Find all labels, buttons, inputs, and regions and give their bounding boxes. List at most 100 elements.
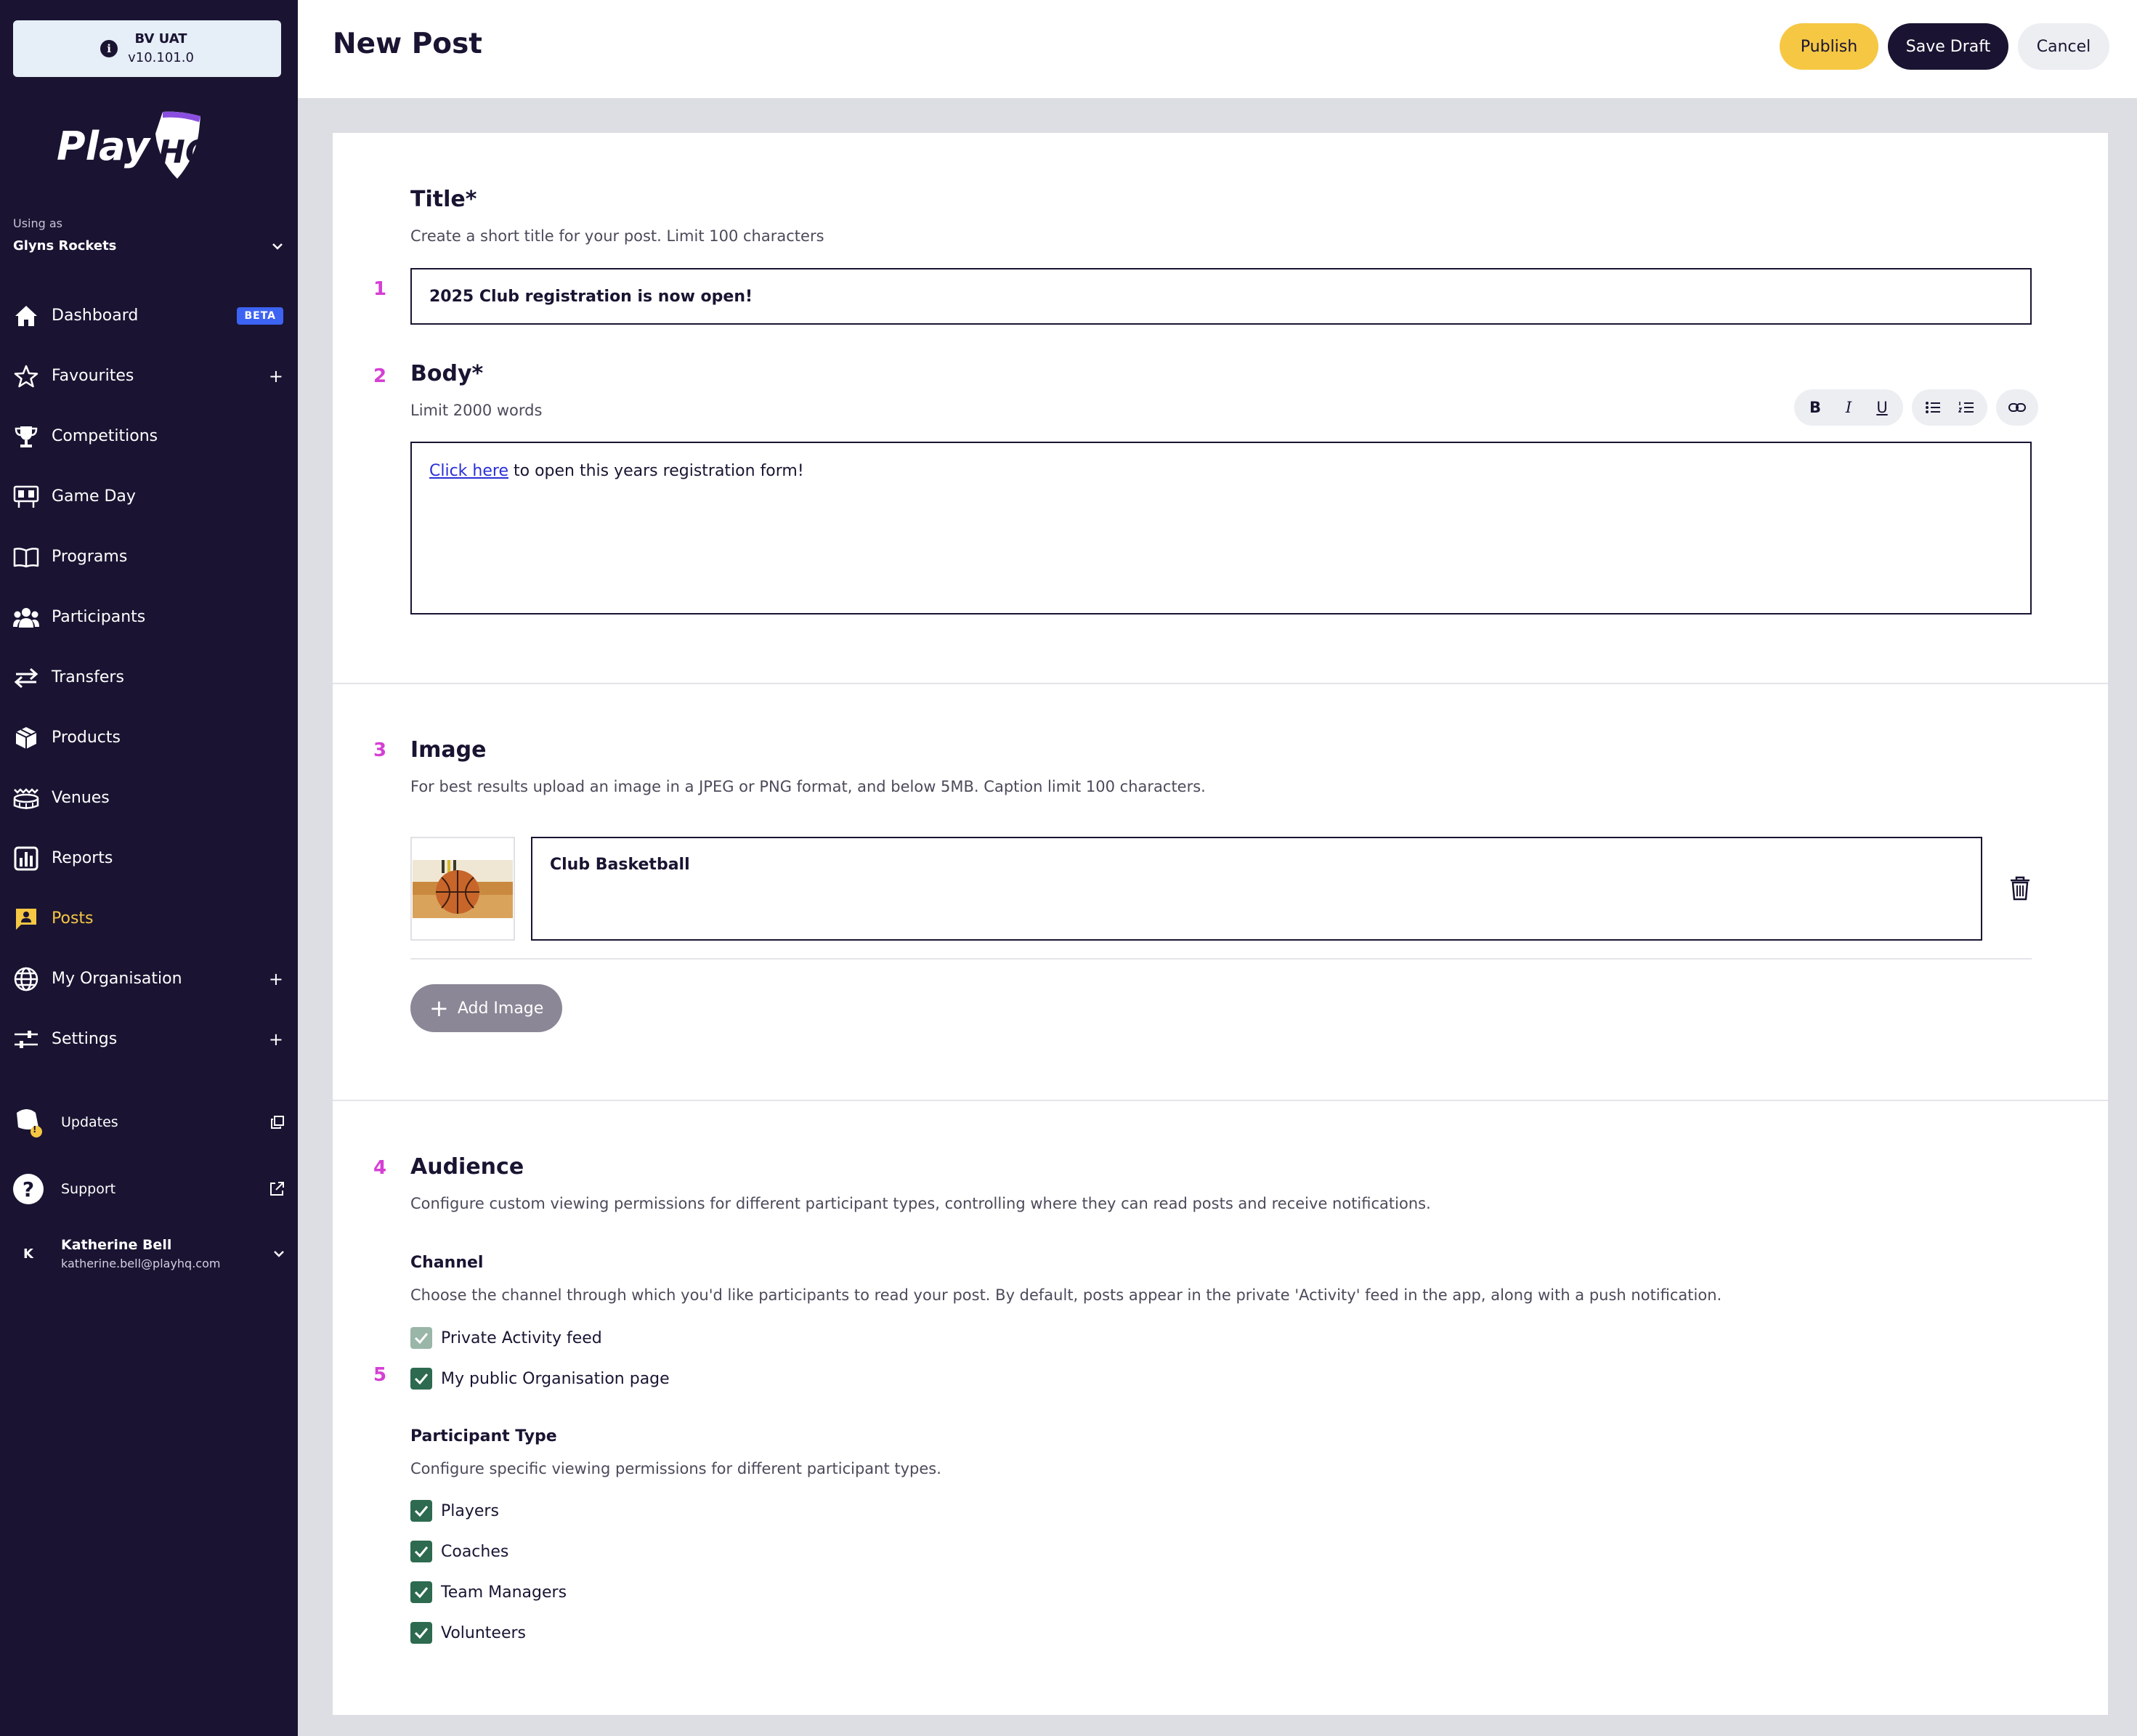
- channel-label: Channel: [410, 1254, 484, 1272]
- using-as-label: Using as: [13, 216, 63, 230]
- nav-item-my-organisation[interactable]: My Organisation +: [0, 949, 298, 1009]
- nav-item-favourites[interactable]: Favourites +: [0, 346, 298, 406]
- step-number: 1: [373, 278, 387, 300]
- post-icon: [12, 904, 41, 933]
- title-label: Title*: [410, 187, 477, 212]
- participant-coaches[interactable]: Coaches: [410, 1541, 508, 1562]
- environment-info[interactable]: i BV UAT v10.101.0: [13, 20, 281, 77]
- cancel-button[interactable]: Cancel: [2018, 23, 2109, 70]
- rich-text-toolbar: B I U: [1794, 389, 2038, 426]
- nav-item-competitions[interactable]: Competitions: [0, 406, 298, 466]
- publish-button[interactable]: Publish: [1780, 23, 1878, 70]
- step-number: 5: [373, 1364, 387, 1386]
- user-email: katherine.bell@playhq.com: [61, 1257, 221, 1270]
- body-link[interactable]: Click here: [429, 462, 508, 480]
- sidebar: i BV UAT v10.101.0 Play HQ Using as Glyn…: [0, 0, 298, 1736]
- bullet-list-icon[interactable]: [1916, 391, 1950, 424]
- nav-item-settings[interactable]: Settings +: [0, 1009, 298, 1069]
- channel-public-organisation-page[interactable]: My public Organisation page: [410, 1368, 670, 1390]
- checkbox-checked[interactable]: [410, 1581, 432, 1603]
- star-icon: [12, 362, 41, 391]
- nav-item-game-day[interactable]: Game Day: [0, 466, 298, 527]
- link-icon[interactable]: [2000, 391, 2034, 424]
- participant-players[interactable]: Players: [410, 1500, 499, 1522]
- nav-item-dashboard[interactable]: Dashboard BETA: [0, 285, 298, 346]
- external-link-icon: [270, 1182, 284, 1196]
- trophy-icon: [12, 422, 41, 451]
- section-divider: [333, 683, 2108, 684]
- body-text: to open this years registration form!: [508, 462, 804, 480]
- participant-type-help: Configure specific viewing permissions f…: [410, 1460, 941, 1477]
- basketball-image: [413, 859, 513, 918]
- checkbox-checked[interactable]: [410, 1500, 432, 1522]
- box-icon: [12, 723, 41, 753]
- participant-type-label: Participant Type: [410, 1427, 557, 1445]
- new-window-icon: [271, 1116, 284, 1129]
- organisation-selector[interactable]: Glyns Rockets: [13, 238, 283, 253]
- nav-item-participants[interactable]: Participants: [0, 587, 298, 647]
- bell-icon: !: [12, 1106, 45, 1139]
- title-help: Create a short title for your post. Limi…: [410, 227, 824, 245]
- image-caption-input[interactable]: Club Basketball: [531, 837, 1982, 941]
- updates-link[interactable]: ! Updates: [12, 1106, 285, 1139]
- participant-volunteers[interactable]: Volunteers: [410, 1622, 526, 1644]
- expand-plus-icon[interactable]: +: [269, 1029, 283, 1050]
- step-number: 3: [373, 739, 387, 761]
- step-number: 2: [373, 365, 387, 387]
- step-number: 4: [373, 1157, 387, 1179]
- transfer-icon: [12, 663, 41, 692]
- image-divider: [410, 958, 2032, 960]
- updates-badge: !: [33, 1124, 37, 1135]
- chart-icon: [12, 844, 41, 873]
- beta-badge: BETA: [237, 307, 283, 325]
- main-nav: Dashboard BETA Favourites + Competitions…: [0, 285, 298, 1069]
- italic-button[interactable]: I: [1832, 391, 1865, 424]
- support-link[interactable]: ? Support: [12, 1172, 285, 1206]
- nav-item-reports[interactable]: Reports: [0, 828, 298, 888]
- checkbox-checked-disabled[interactable]: [410, 1327, 432, 1349]
- info-icon: i: [100, 40, 118, 57]
- add-image-button[interactable]: + Add Image: [410, 984, 563, 1032]
- participant-team-managers[interactable]: Team Managers: [410, 1581, 567, 1603]
- image-thumbnail[interactable]: [410, 837, 515, 941]
- body-editor[interactable]: Click here to open this years registrati…: [410, 442, 2032, 615]
- stadium-icon: [12, 784, 41, 813]
- channel-private-activity[interactable]: Private Activity feed: [410, 1327, 602, 1349]
- save-draft-button[interactable]: Save Draft: [1888, 23, 2008, 70]
- audience-label: Audience: [410, 1154, 524, 1180]
- playhq-logo[interactable]: Play HQ: [54, 109, 214, 182]
- body-label: Body*: [410, 361, 484, 386]
- organisation-name: Glyns Rockets: [13, 238, 117, 253]
- sliders-icon: [12, 1025, 41, 1054]
- body-help: Limit 2000 words: [410, 402, 543, 419]
- expand-plus-icon[interactable]: +: [269, 969, 283, 989]
- nav-item-products[interactable]: Products: [0, 707, 298, 768]
- checkbox-checked[interactable]: [410, 1622, 432, 1644]
- expand-plus-icon[interactable]: +: [269, 366, 283, 386]
- plus-icon: +: [429, 994, 449, 1022]
- environment-name: BV UAT: [134, 31, 187, 46]
- checkbox-checked[interactable]: [410, 1541, 432, 1562]
- help-icon: ?: [12, 1172, 45, 1206]
- home-icon: [12, 301, 41, 330]
- globe-icon: [12, 965, 41, 994]
- post-form: Title* Create a short title for your pos…: [333, 133, 2108, 1715]
- user-menu[interactable]: K Katherine Bell katherine.bell@playhq.c…: [12, 1235, 285, 1273]
- title-input[interactable]: 2025 Club registration is now open!: [410, 268, 2032, 325]
- trash-icon[interactable]: [2009, 876, 2031, 901]
- page-header: New Post Publish Save Draft Cancel: [298, 0, 2137, 98]
- bold-button[interactable]: B: [1799, 391, 1832, 424]
- nav-item-programs[interactable]: Programs: [0, 527, 298, 587]
- people-icon: [12, 603, 41, 632]
- nav-item-posts[interactable]: Posts: [0, 888, 298, 949]
- environment-version: v10.101.0: [128, 50, 194, 65]
- nav-item-venues[interactable]: Venues: [0, 768, 298, 828]
- nav-item-transfers[interactable]: Transfers: [0, 647, 298, 707]
- checkbox-checked[interactable]: [410, 1368, 432, 1390]
- scoreboard-icon: [12, 482, 41, 511]
- audience-help: Configure custom viewing permissions for…: [410, 1195, 1431, 1212]
- chevron-down-icon: [274, 1251, 284, 1257]
- logo-hq-text: HQ: [158, 134, 212, 171]
- underline-button[interactable]: U: [1865, 391, 1899, 424]
- numbered-list-icon[interactable]: [1950, 391, 1983, 424]
